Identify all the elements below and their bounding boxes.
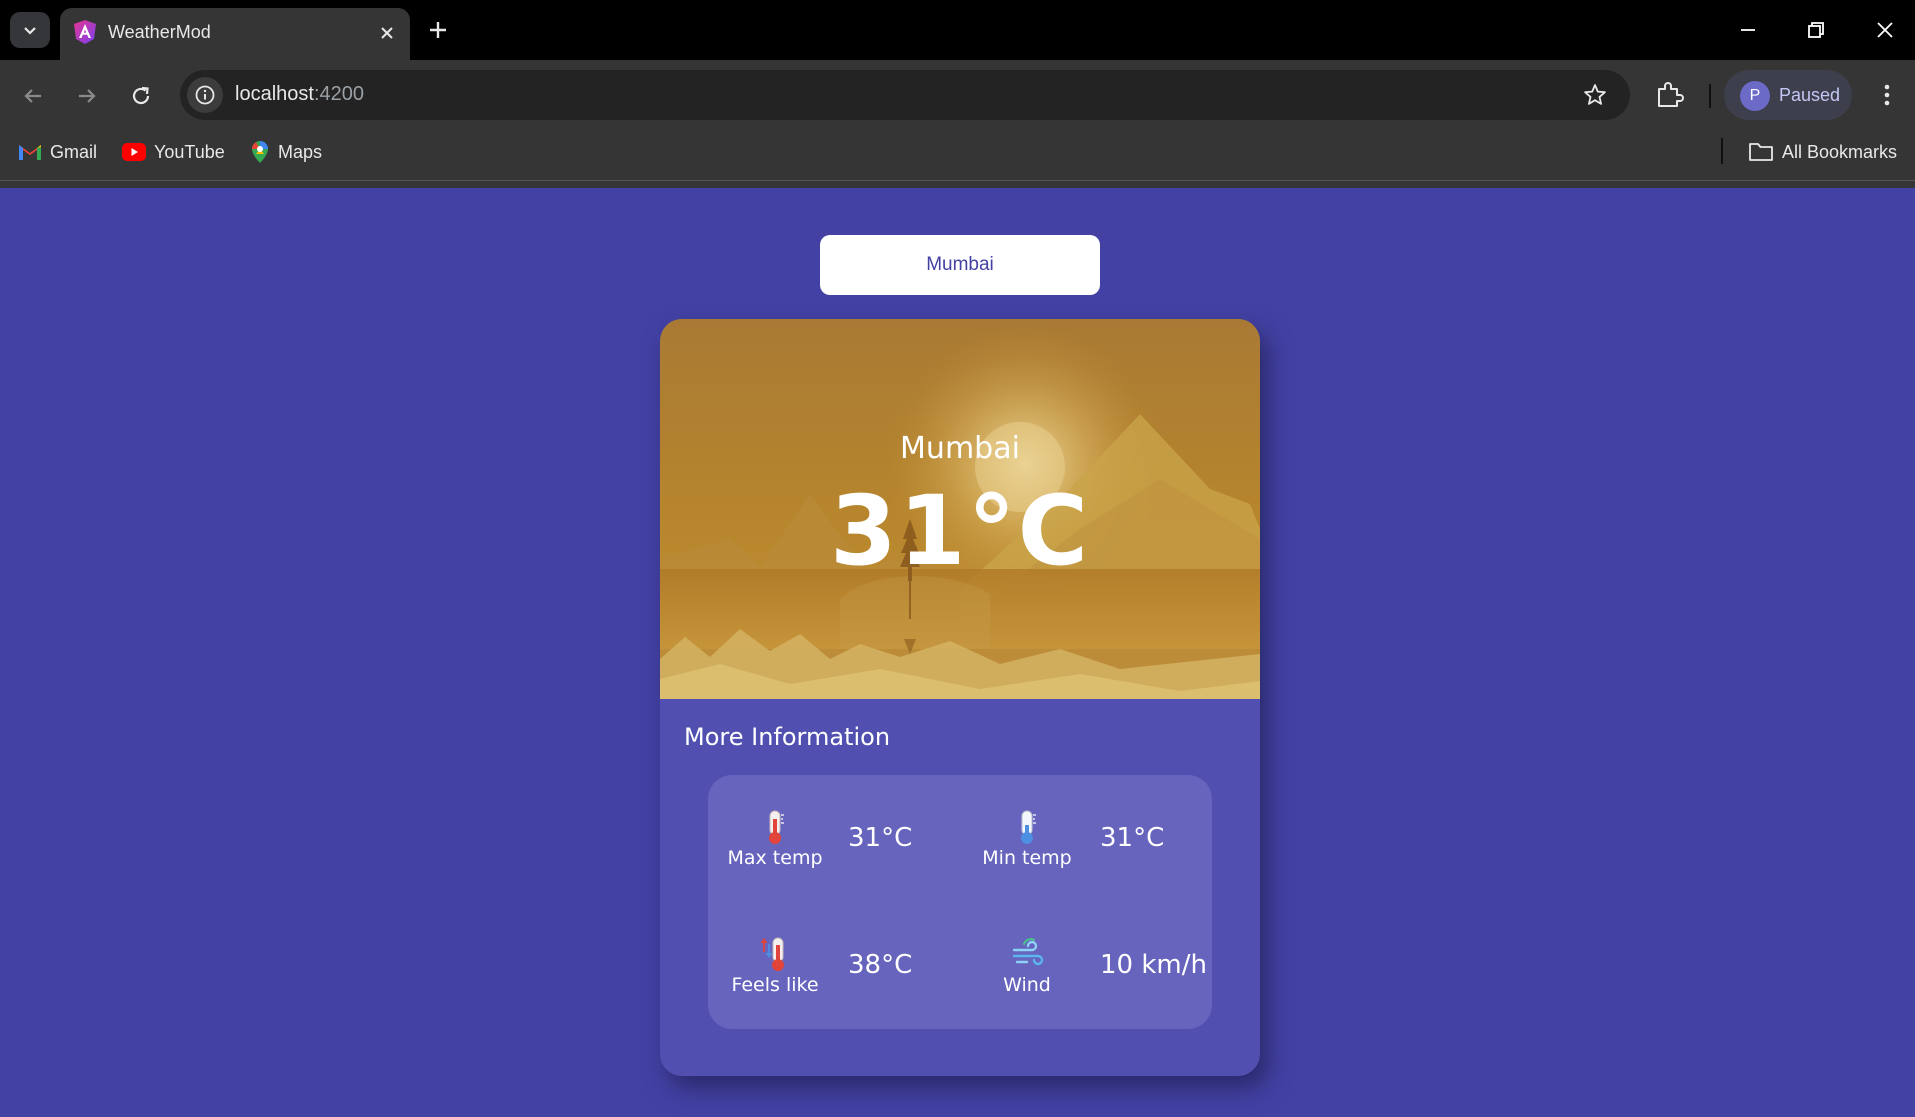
bookmark-label: YouTube [154,141,225,162]
thermometer-hot-icon [769,810,784,844]
stat-label: Max temp [727,847,823,869]
back-button[interactable] [16,79,50,113]
stat-value: 38°C [848,950,913,980]
city-select-button[interactable]: Mumbai [820,235,1100,295]
chevron-down-icon [24,27,36,35]
bookmark-label: Maps [278,141,323,162]
toolbar-divider [1709,84,1711,108]
url-text: localhost:4200 [235,83,364,106]
stat-min-temp: Min temp 31°C [974,809,1224,889]
stat-label: Min temp [982,847,1072,869]
more-information-heading: More Information [684,723,891,751]
thermometer-cold-icon [1021,810,1036,844]
close-window-icon[interactable] [1871,16,1899,44]
minimize-icon[interactable] [1734,16,1762,44]
bookmark-maps[interactable]: Maps [250,136,322,168]
weather-card: Mumbai 31°C More Information Max temp 31… [660,319,1260,1076]
stat-wind: Wind 10 km/h [974,936,1224,1016]
stat-value: 31°C [1100,823,1165,853]
hero-city-name: Mumbai [900,431,1020,466]
profile-button[interactable]: P Paused [1724,70,1852,120]
youtube-icon [122,143,146,161]
bookmarks-divider [1721,138,1723,164]
tab-search-button[interactable] [10,12,50,48]
stat-value: 10 km/h [1100,950,1207,980]
wind-icon [1012,938,1044,966]
browser-toolbar: localhost:4200 P Paused Gmail YouTube Ma… [0,60,1915,188]
restore-icon[interactable] [1802,16,1830,44]
angular-favicon-icon [74,20,96,44]
arrow-right-icon [79,89,96,103]
avatar: P [1740,81,1770,111]
bookmark-star-icon[interactable] [1582,82,1608,108]
more-menu-icon[interactable] [1872,80,1902,110]
url-host: localhost [235,83,314,105]
url-port: :4200 [313,83,364,105]
folder-icon [1749,143,1773,161]
close-tab-icon[interactable] [376,22,398,44]
active-tab[interactable]: WeatherMod [60,8,410,60]
arrow-left-icon [24,89,41,103]
bookmark-youtube[interactable]: YouTube [122,136,225,168]
reload-button[interactable] [124,79,158,113]
all-bookmarks-label: All Bookmarks [1782,141,1898,162]
stat-value: 31°C [848,823,913,853]
feels-like-thermometer-icon [760,937,784,971]
bookmark-gmail[interactable]: Gmail [18,136,97,168]
stat-max-temp: Max temp 31°C [722,809,972,889]
profile-status: Paused [1779,85,1841,105]
info-icon [195,85,215,105]
extensions-icon[interactable] [1653,79,1685,111]
weather-hero: Mumbai 31°C [660,319,1260,699]
maps-icon [252,141,268,163]
reload-icon [132,86,150,105]
stat-feels-like: Feels like 38°C [722,936,972,1016]
hero-temperature: 31°C [829,475,1091,587]
address-bar[interactable]: localhost:4200 [180,70,1630,120]
tab-title: WeatherMod [108,22,211,42]
forward-button[interactable] [70,79,104,113]
bookmark-label: Gmail [50,141,98,162]
browser-tab-strip: WeatherMod [0,0,1915,60]
all-bookmarks-button[interactable]: All Bookmarks [1748,136,1897,168]
site-info-button[interactable] [187,77,223,113]
new-tab-icon[interactable] [424,16,452,44]
toolbar-separator [0,180,1915,181]
stat-label: Feels like [731,974,819,996]
weather-stats-panel: Max temp 31°C Min temp 31°C Feels like 3… [708,775,1212,1029]
gmail-icon [19,145,41,160]
stat-label: Wind [1003,974,1051,996]
